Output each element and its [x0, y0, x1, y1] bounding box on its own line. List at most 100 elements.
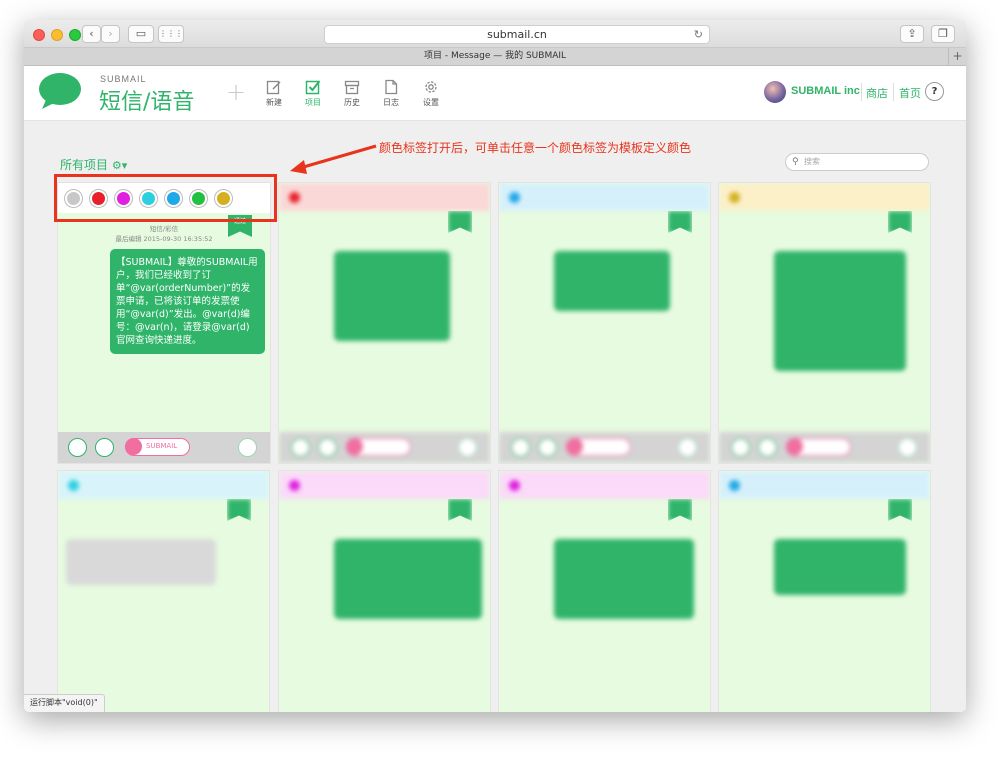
edit-icon[interactable] [731, 438, 750, 457]
template-type: 短信/彩信 [149, 225, 179, 233]
new-tab-button[interactable]: + [948, 48, 966, 65]
archive-icon [344, 80, 360, 95]
color-tag-toggle[interactable] [346, 438, 411, 456]
status-badge [888, 211, 912, 233]
tag-icon [125, 438, 142, 455]
nav-log[interactable]: 日志 [378, 79, 404, 108]
card-actions [279, 432, 490, 463]
last-edited: 最后编辑 2015-09-30 16:35:52 [115, 235, 213, 243]
main-content: 所有项目 ⚙▾ ⚲ 搜索 通过 短信/彩信 最后编辑 2015-09-30 16… [24, 122, 966, 712]
color-dot [68, 480, 79, 491]
edit-icon[interactable] [68, 438, 87, 457]
tag-label: SUBMAIL [146, 442, 178, 450]
grid-icon: ⋮⋮⋮ [159, 29, 183, 38]
tab-title[interactable]: 项目 - Message — 我的 SUBMAIL [424, 51, 566, 61]
color-tag-toggle[interactable] [566, 438, 631, 456]
message-bubble [66, 539, 216, 585]
card-header [58, 471, 269, 499]
zoom-window-button[interactable] [69, 29, 81, 41]
color-dot [729, 480, 740, 491]
share-button[interactable]: ⇪ [900, 25, 924, 43]
add-icon[interactable]: + [226, 78, 246, 106]
trash-icon[interactable] [898, 438, 917, 457]
trash-icon[interactable] [238, 438, 257, 457]
avatar[interactable] [764, 81, 786, 103]
section-title-text: 所有项目 [60, 158, 109, 172]
template-card[interactable] [498, 182, 711, 464]
trash-icon[interactable] [458, 438, 477, 457]
status-badge [668, 499, 692, 521]
checkbox-icon [305, 80, 321, 95]
color-dot [289, 192, 300, 203]
help-button[interactable]: ? [925, 82, 944, 101]
site-header: SUBMAIL 短信/语音 + 新建 项目 历史 日志 设置 SUBMAIL i… [24, 66, 966, 121]
send-rocket-icon[interactable] [538, 438, 557, 457]
message-bubble [554, 539, 694, 619]
submail-logo-icon[interactable] [38, 72, 82, 110]
template-card[interactable] [278, 470, 491, 712]
color-tag-toggle[interactable]: SUBMAIL [125, 438, 190, 456]
brand-name-small: SUBMAIL [100, 74, 147, 84]
divider [861, 83, 862, 101]
minimize-window-button[interactable] [51, 29, 63, 41]
card-actions: SUBMAIL [58, 432, 270, 463]
card-header [279, 183, 490, 211]
nav-settings-label: 设置 [423, 98, 439, 107]
nav-settings[interactable]: 设置 [418, 79, 444, 108]
template-card[interactable]: 通过 短信/彩信 最后编辑 2015-09-30 16:35:52 【SUBMA… [57, 182, 271, 464]
address-bar[interactable]: submail.cn ↻ [324, 25, 710, 44]
message-bubble [554, 251, 670, 311]
close-window-button[interactable] [33, 29, 45, 41]
send-rocket-icon[interactable] [318, 438, 337, 457]
tabs-overview-button[interactable]: ❐ [931, 25, 955, 43]
message-bubble: 【SUBMAIL】尊敬的SUBMAIL用户，我们已经收到了订单“@var(ord… [110, 249, 265, 354]
card-header [279, 471, 490, 499]
reload-icon[interactable]: ↻ [694, 26, 703, 43]
annotation-text: 颜色标签打开后，可单击任意一个颜色标签为模板定义颜色 [379, 141, 692, 155]
status-bar: 运行脚本"void(0)" [24, 694, 105, 712]
template-card[interactable] [278, 182, 491, 464]
card-actions [499, 432, 710, 463]
trash-icon[interactable] [678, 438, 697, 457]
edit-icon [266, 80, 281, 95]
back-button[interactable]: ‹ [82, 25, 101, 43]
status-badge [448, 499, 472, 521]
nav-history[interactable]: 历史 [339, 79, 365, 108]
search-input[interactable]: ⚲ 搜索 [785, 153, 929, 171]
message-bubble [334, 539, 482, 619]
template-card[interactable] [498, 470, 711, 712]
status-badge [888, 499, 912, 521]
color-tag-toggle[interactable] [786, 438, 851, 456]
nav-new[interactable]: 新建 [261, 79, 287, 108]
nav-history-label: 历史 [344, 98, 360, 107]
product-title[interactable]: 短信/语音 [99, 84, 194, 116]
store-link[interactable]: 商店 [866, 85, 888, 101]
send-rocket-icon[interactable] [758, 438, 777, 457]
message-bubble [774, 539, 906, 595]
sidebar-toggle-button[interactable]: ▭ [128, 25, 154, 43]
top-sites-button[interactable]: ⋮⋮⋮ [158, 25, 184, 43]
tabs-icon: ❐ [938, 27, 948, 40]
account-area: SUBMAIL inc 商店 首页 ? [764, 81, 954, 103]
color-dot [509, 192, 520, 203]
nav-projects[interactable]: 项目 [300, 79, 326, 108]
chevron-right-icon: › [108, 27, 113, 40]
document-icon [385, 79, 398, 95]
template-card[interactable] [57, 470, 270, 712]
template-card[interactable] [718, 470, 931, 712]
status-badge [448, 211, 472, 233]
account-name[interactable]: SUBMAIL inc [791, 85, 860, 97]
forward-button[interactable]: › [101, 25, 120, 43]
template-card[interactable] [718, 182, 931, 464]
sidebar-icon: ▭ [135, 27, 147, 40]
edit-icon[interactable] [511, 438, 530, 457]
tag-icon [566, 438, 583, 455]
tab-bar: 项目 - Message — 我的 SUBMAIL + [24, 48, 966, 66]
nav-new-label: 新建 [266, 98, 282, 107]
send-rocket-icon[interactable] [95, 438, 114, 457]
home-link[interactable]: 首页 [899, 85, 921, 101]
highlight-box [54, 174, 277, 222]
gear-dropdown-icon[interactable]: ⚙▾ [112, 159, 127, 172]
nav-projects-label: 项目 [305, 98, 321, 107]
edit-icon[interactable] [291, 438, 310, 457]
